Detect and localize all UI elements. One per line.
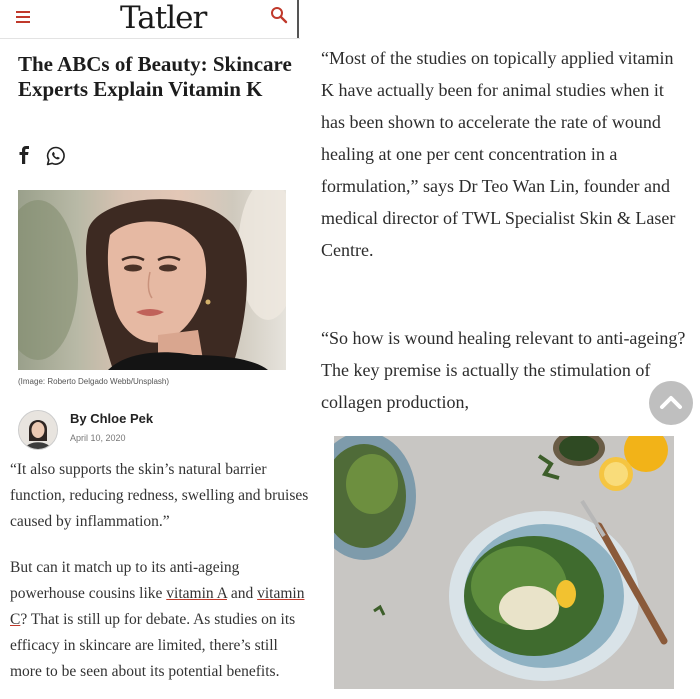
hero-image-woman-portrait xyxy=(18,190,286,370)
vitamin-a-link[interactable]: vitamin A xyxy=(166,585,227,602)
image-caption: (Image: Roberto Delgado Webb/Unsplash) xyxy=(18,377,170,386)
author-avatar[interactable] xyxy=(18,410,58,450)
screen-edge-divider xyxy=(297,0,299,38)
logo-text: Tatler xyxy=(120,0,207,36)
paragraph-text: ? That is still up for debate. As studie… xyxy=(10,611,296,680)
hamburger-menu-icon[interactable] xyxy=(16,11,30,23)
author-name[interactable]: By Chloe Pek xyxy=(70,411,153,426)
food-image-salad xyxy=(334,436,674,689)
article-body-left: “It also supports the skin’s natural bar… xyxy=(10,457,312,699)
site-header: Tatler xyxy=(0,0,300,39)
whatsapp-icon[interactable] xyxy=(46,146,66,166)
right-panel: “Most of the studies on topically applie… xyxy=(320,0,700,699)
publish-date: April 10, 2020 xyxy=(70,433,126,443)
article-title: The ABCs of Beauty: Skincare Experts Exp… xyxy=(18,52,292,101)
chevron-up-icon xyxy=(660,396,682,409)
paragraph: “It also supports the skin’s natural bar… xyxy=(10,461,309,530)
left-panel: Tatler The ABCs of Beauty: Skincare Expe… xyxy=(0,0,318,699)
search-icon[interactable] xyxy=(270,6,288,24)
quote-paragraph: “Most of the studies on topically applie… xyxy=(321,48,676,260)
scroll-to-top-button[interactable] xyxy=(649,381,693,425)
paragraph: But can it match up to its anti-ageing p… xyxy=(10,555,312,685)
paragraph-text: and xyxy=(226,585,258,602)
tatler-logo[interactable]: Tatler xyxy=(120,0,207,36)
facebook-icon[interactable] xyxy=(18,146,30,164)
quote-paragraph: “So how is wound healing relevant to ant… xyxy=(321,328,686,412)
